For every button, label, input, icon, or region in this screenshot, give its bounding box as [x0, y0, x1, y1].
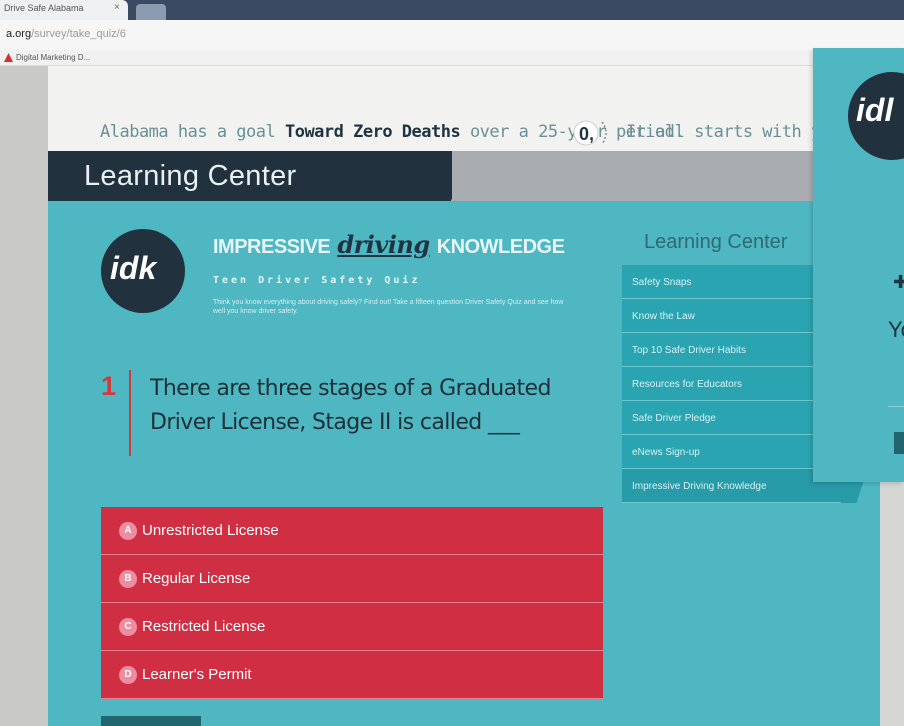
question-text: There are three stages of a Graduated Dr… — [150, 376, 551, 435]
question-number: 1 — [101, 371, 117, 401]
tagline-bold: Toward Zero Deaths — [284, 122, 461, 142]
answer-option-a[interactable]: A Unrestricted License — [101, 507, 603, 555]
brand-word-impressive: IMPRESSIVE — [213, 236, 331, 258]
popup-text: Yo — [888, 317, 904, 342]
bookmark-item[interactable]: Digital Marketing D... — [16, 53, 90, 62]
quiz-description: Think you know everything about driving … — [213, 299, 564, 315]
tab-close-icon[interactable]: × — [114, 2, 120, 13]
next-button[interactable] — [101, 716, 201, 726]
popup-button[interactable] — [894, 432, 904, 454]
screenshot-root: Drive Safe Alabama × a.org/survey/take_q… — [0, 0, 904, 726]
tagline-pre: Alabama has a goal — [100, 122, 285, 142]
popup-plus-icon: ✚ — [893, 272, 904, 292]
page-title: Learning Center — [84, 160, 297, 192]
popup-divider — [888, 406, 904, 407]
tab-title: Drive Safe Alabama — [4, 3, 84, 13]
tzd-logo-text: 0, — [579, 124, 594, 144]
answer-letter-badge: C — [119, 617, 137, 636]
answer-label: Restricted License — [142, 618, 266, 635]
address-bar[interactable] — [0, 20, 904, 50]
question-divider — [129, 370, 131, 456]
idk-logo-text: idk — [110, 250, 157, 286]
bookmarks-bar — [0, 50, 904, 66]
answer-option-b[interactable]: B Regular License — [101, 555, 603, 603]
toward-zero-deaths-logo: 0, — [573, 120, 607, 146]
answer-label: Unrestricted License — [142, 522, 279, 539]
browser-tab[interactable]: Drive Safe Alabama × — [0, 0, 128, 20]
url-path: /survey/take_quiz/6 — [31, 28, 126, 40]
new-tab-button[interactable] — [136, 4, 166, 20]
url-text[interactable]: a.org/survey/take_quiz/6 — [6, 28, 126, 40]
quiz-subtitle: Teen Driver Safety Quiz — [213, 275, 421, 286]
answer-label: Regular License — [142, 570, 251, 587]
popup-logo-text: idl — [856, 92, 894, 128]
page-gutter — [0, 66, 48, 726]
url-domain: a.org — [6, 28, 32, 40]
answer-list: A Unrestricted License B Regular License… — [101, 507, 603, 699]
answer-option-d[interactable]: D Learner's Permit — [101, 651, 603, 699]
brand-word-knowledge: KNOWLEDGE — [436, 236, 565, 258]
answer-letter-badge: D — [119, 665, 137, 684]
answer-letter-badge: A — [119, 521, 137, 540]
answer-option-c[interactable]: C Restricted License — [101, 603, 603, 651]
sidebar-title: Learning Center — [644, 231, 788, 253]
brand-word-driving: driving — [337, 230, 430, 259]
answer-label: Learner's Permit — [142, 666, 252, 683]
quiz-brand-title: IMPRESSIVE driving KNOWLEDGE — [213, 230, 565, 259]
answer-letter-badge: B — [119, 569, 137, 588]
